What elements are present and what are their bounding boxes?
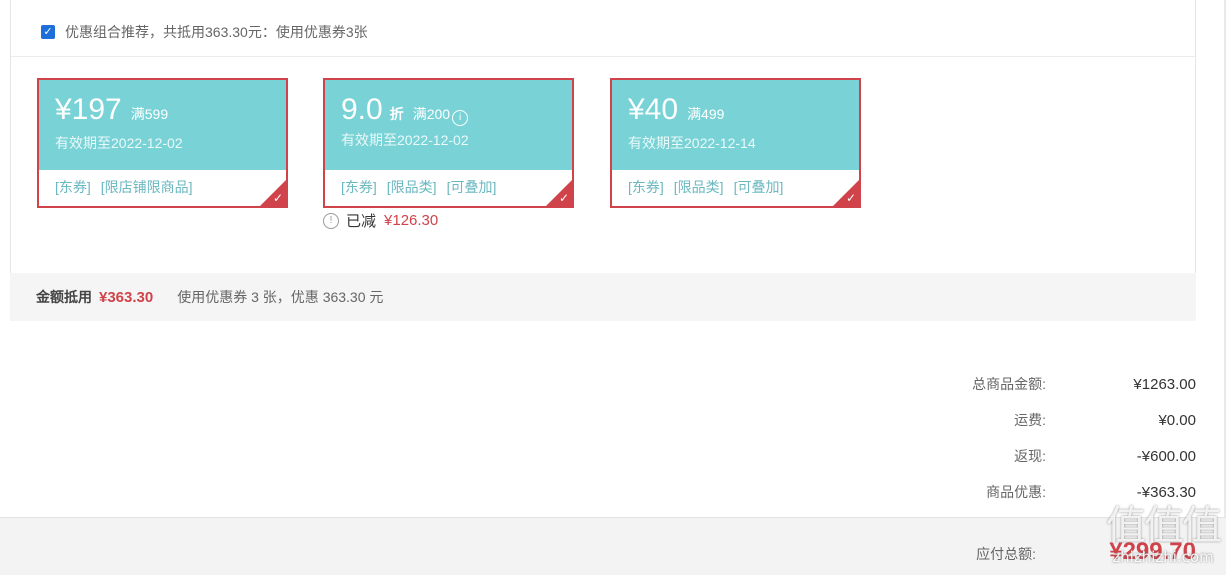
totals-value: -¥600.00 — [1136, 447, 1196, 465]
coupon-head: 9.0 折 满200 i 有效期至2022-12-02 — [325, 80, 572, 170]
coupon-validity: 有效期至2022-12-14 — [628, 135, 756, 151]
discount-summary-bar: 金额抵用 ¥363.30 使用优惠券 3 张，优惠 363.30 元 — [10, 273, 1196, 321]
coupon-tag: [可叠加] — [446, 179, 497, 195]
coupon-amount: ¥40 满499 — [628, 93, 724, 127]
payable-label: 应付总额: — [976, 546, 1036, 562]
warning-icon: ! — [323, 212, 339, 229]
payable-footer: 应付总额: ¥299.70 — [0, 517, 1226, 575]
summary-amount: ¥363.30 — [99, 288, 154, 306]
coupon-tag: [限店铺限商品] — [100, 179, 193, 195]
totals-row: 总商品金额: ¥1263.00 — [896, 366, 1196, 402]
coupon-head: ¥40 满499 有效期至2022-12-14 — [612, 80, 859, 170]
totals-label: 返现: — [1014, 448, 1046, 464]
check-icon: ✓ — [272, 191, 283, 205]
watermark-logo: 值值值 zhizhizhi.com — [1106, 503, 1222, 566]
coupon-tags: [东券] [限品类] [可叠加] — [341, 177, 496, 197]
recommend-row[interactable]: ✓ 优惠组合推荐，共抵用363.30元：使用优惠券3张 — [41, 22, 368, 42]
check-icon: ✓ — [558, 191, 569, 205]
totals-value: ¥0.00 — [1158, 411, 1196, 429]
totals-label: 运费: — [1014, 412, 1046, 428]
totals-row: 运费: ¥0.00 — [896, 402, 1196, 438]
coupon-amount-value: 9.0 — [341, 93, 383, 126]
watermark-domain: zhizhizhi.com — [1112, 548, 1214, 566]
totals-value: -¥363.30 — [1136, 483, 1196, 501]
coupon-condition: 满499 — [687, 106, 725, 122]
recommend-checkbox[interactable]: ✓ — [41, 25, 55, 39]
coupon-validity: 有效期至2022-12-02 — [341, 132, 469, 148]
coupon-amount: 9.0 折 满200 i — [341, 93, 469, 127]
coupon-tag: [可叠加] — [733, 179, 784, 195]
summary-desc: 使用优惠券 3 张，优惠 363.30 元 — [177, 289, 384, 305]
coupon-tag: [限品类] — [673, 179, 724, 195]
coupon-tags: [东券] [限品类] [可叠加] — [628, 177, 783, 197]
totals-value: ¥1263.00 — [1133, 375, 1196, 393]
coupon-amount: ¥197 满599 — [55, 93, 168, 127]
reduced-note: ! 已减 ¥126.30 — [323, 210, 438, 231]
coupon-card[interactable]: 9.0 折 满200 i 有效期至2022-12-02 [东券] [限品类] [… — [323, 78, 574, 208]
coupon-tag: [东券] — [341, 179, 377, 195]
coupon-card[interactable]: ¥197 满599 有效期至2022-12-02 [东券] [限店铺限商品] ✓ — [37, 78, 288, 208]
totals-list: 总商品金额: ¥1263.00 运费: ¥0.00 返现: -¥600.00 商… — [896, 366, 1196, 510]
check-icon: ✓ — [845, 191, 856, 205]
totals-label: 总商品金额: — [972, 376, 1046, 392]
totals-label: 商品优惠: — [986, 484, 1046, 500]
coupon-amount-value: ¥197 — [55, 93, 122, 126]
coupon-tag: [东券] — [55, 179, 91, 195]
coupon-head: ¥197 满599 有效期至2022-12-02 — [39, 80, 286, 170]
coupon-unit: 折 — [389, 106, 404, 122]
summary-label: 金额抵用 — [36, 289, 92, 305]
recommend-label: 优惠组合推荐，共抵用363.30元：使用优惠券3张 — [65, 24, 368, 40]
coupon-validity: 有效期至2022-12-02 — [55, 135, 183, 151]
coupon-tag: [限品类] — [386, 179, 437, 195]
reduced-label: 已减 — [346, 213, 377, 230]
reduced-value: ¥126.30 — [384, 212, 439, 229]
panel-divider — [11, 56, 1195, 57]
totals-row: 返现: -¥600.00 — [896, 438, 1196, 474]
coupon-tag: [东券] — [628, 179, 664, 195]
coupon-condition: 满599 — [130, 106, 169, 122]
info-icon[interactable]: i — [452, 110, 469, 126]
coupon-tags: [东券] [限店铺限商品] — [55, 177, 193, 197]
coupon-amount-value: ¥40 — [628, 93, 679, 126]
coupon-condition: 满200 — [412, 106, 451, 122]
coupon-card[interactable]: ¥40 满499 有效期至2022-12-14 [东券] [限品类] [可叠加]… — [610, 78, 861, 208]
watermark-glyphs: 值值值 — [1106, 503, 1222, 549]
